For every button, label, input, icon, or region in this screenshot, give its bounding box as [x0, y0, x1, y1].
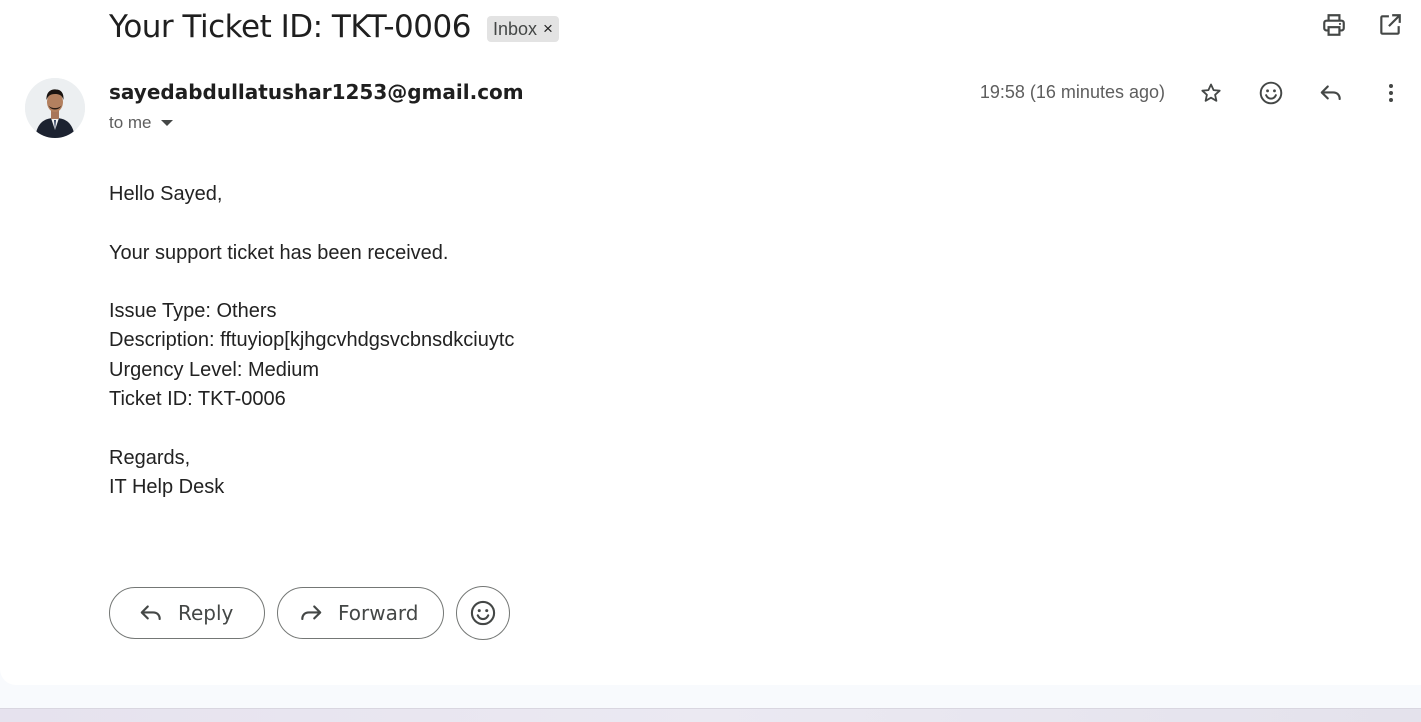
more-vert-icon[interactable]	[1377, 78, 1405, 108]
emoji-reaction-icon	[469, 599, 497, 627]
sender-avatar[interactable]	[25, 78, 85, 138]
body-signature: IT Help Desk	[109, 475, 225, 498]
star-icon[interactable]	[1197, 78, 1225, 108]
remove-label-icon[interactable]: ×	[543, 19, 553, 39]
reply-icon[interactable]	[1317, 78, 1345, 108]
message-footer-actions: Reply Forward	[109, 586, 510, 640]
message-toolbar	[1197, 78, 1405, 108]
reply-button[interactable]: Reply	[109, 587, 265, 639]
body-greeting: Hello Sayed,	[109, 183, 223, 205]
forward-icon	[298, 600, 324, 626]
message-view: Your Ticket ID: TKT-0006 Inbox × sayedab…	[0, 0, 1421, 685]
message-body: Hello Sayed, Your support ticket has bee…	[109, 180, 514, 502]
body-intro: Your support ticket has been received.	[109, 241, 449, 264]
sender-address[interactable]: sayedabdullatushar1253@gmail.com	[109, 80, 524, 104]
taskbar-edge	[0, 708, 1421, 722]
recipient-summary: to me	[109, 113, 152, 132]
body-issue-type: Issue Type: Others	[109, 300, 277, 323]
thread-toolbar	[1321, 12, 1403, 38]
reply-icon	[138, 600, 164, 626]
emoji-reaction-button[interactable]	[456, 586, 510, 640]
subject-row: Your Ticket ID: TKT-0006 Inbox ×	[109, 4, 559, 50]
print-icon[interactable]	[1321, 12, 1347, 38]
open-in-new-window-icon[interactable]	[1377, 12, 1403, 38]
reply-button-label: Reply	[178, 601, 234, 625]
forward-button[interactable]: Forward	[277, 587, 444, 639]
label-chip-text: Inbox	[492, 18, 537, 39]
body-description: Description: fftuyiop[kjhgcvhdgsvcbnsdkc…	[109, 329, 515, 352]
inbox-label-chip[interactable]: Inbox ×	[486, 16, 559, 42]
body-ticket-id: Ticket ID: TKT-0006	[109, 388, 286, 411]
forward-button-label: Forward	[338, 601, 419, 625]
recipient-details-toggle[interactable]: to me	[109, 113, 173, 133]
body-urgency: Urgency Level: Medium	[109, 358, 320, 381]
chevron-down-icon	[160, 120, 173, 126]
email-subject: Your Ticket ID: TKT-0006	[109, 9, 471, 45]
body-closing: Regards,	[109, 446, 191, 469]
message-timestamp: 19:58 (16 minutes ago)	[979, 82, 1165, 102]
emoji-reaction-icon[interactable]	[1257, 78, 1285, 108]
